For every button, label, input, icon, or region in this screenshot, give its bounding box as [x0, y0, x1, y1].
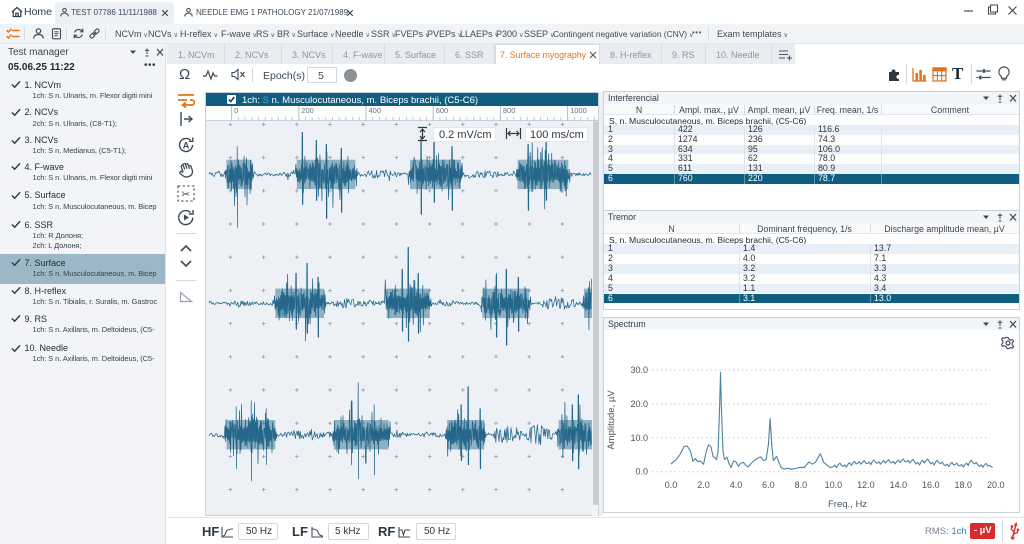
svg-text:10.0: 10.0	[825, 480, 843, 490]
svg-text:1000: 1000	[570, 106, 587, 115]
svg-text:4.0: 4.0	[730, 480, 743, 490]
svg-text:8.0: 8.0	[795, 480, 808, 490]
svg-text:14.0: 14.0	[890, 480, 908, 490]
svg-text:A: A	[183, 141, 190, 151]
svg-text:0.0: 0.0	[635, 467, 648, 477]
svg-text:30.0: 30.0	[630, 365, 648, 375]
svg-text:10.0: 10.0	[630, 433, 648, 443]
svg-text:0.0: 0.0	[665, 480, 678, 490]
svg-text:2.0: 2.0	[697, 480, 710, 490]
svg-text:Freq., Hz: Freq., Hz	[828, 499, 867, 510]
svg-text:800: 800	[503, 106, 516, 115]
svg-text:600: 600	[436, 106, 449, 115]
svg-text:16.0: 16.0	[922, 480, 940, 490]
svg-text:✂: ✂	[182, 190, 190, 201]
svg-text:20.0: 20.0	[630, 399, 648, 409]
svg-text:18.0: 18.0	[955, 480, 973, 490]
svg-text:0: 0	[234, 106, 238, 115]
svg-text:200: 200	[301, 106, 314, 115]
svg-text:6.0: 6.0	[762, 480, 775, 490]
svg-text:Amplitude, µV: Amplitude, µV	[606, 390, 617, 450]
svg-text:20.0: 20.0	[987, 480, 1005, 490]
svg-text:12.0: 12.0	[857, 480, 875, 490]
svg-text:400: 400	[369, 106, 382, 115]
